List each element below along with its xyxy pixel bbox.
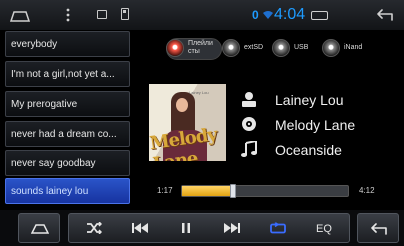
progress-bar[interactable] [181,184,349,198]
total-time: 4:12 [359,186,375,195]
previous-icon [132,223,148,233]
playlist: everybody I'm not a girl,not yet a... My… [5,31,130,205]
source-playlists-button[interactable]: Плейли сты [166,38,224,60]
album-name: Melody Lane [275,117,356,133]
sd-card-icon [121,8,129,20]
source-label: extSD [244,44,264,51]
playlist-item[interactable]: My prerogative [5,91,130,117]
radio-off-icon [322,39,340,57]
home-button[interactable] [18,213,60,243]
radio-off-icon [272,39,290,57]
eq-button[interactable]: EQ [304,213,344,243]
repeat-icon [270,222,286,234]
shuffle-icon [87,222,102,234]
album-art: Lainey Lou Melody Lane [149,84,226,161]
radio-off-icon [222,39,240,57]
next-icon [224,223,240,233]
home-icon [31,224,49,234]
menu-dots-icon[interactable] [66,8,70,22]
pause-button[interactable] [166,213,206,243]
playlist-item-active[interactable]: sounds lainey lou [5,178,130,204]
back-button[interactable] [357,213,399,243]
music-note-icon [241,141,257,157]
source-label: iNand [344,44,363,51]
playlist-item[interactable]: I'm not a girl,not yet a... [5,61,130,87]
playlist-item[interactable]: everybody [5,31,130,57]
clock: 4:04 [274,6,306,23]
source-inand-button[interactable]: iNand [322,38,370,58]
source-label: USB [294,44,309,51]
source-usb-button[interactable]: USB [272,38,312,58]
home-icon[interactable] [10,10,30,22]
radio-on-icon [166,39,184,57]
notification-count: 0 [252,8,259,22]
album-art-tag: Lainey Lou [189,90,209,95]
back-icon[interactable] [376,9,394,21]
eq-label: EQ [316,223,332,235]
status-bar: 0 4:04 [0,0,404,30]
progress-thumb[interactable] [230,184,237,198]
album-disc-icon [242,117,256,131]
artist-person-icon [242,92,256,107]
previous-button[interactable] [120,213,160,243]
progress-fill [182,186,234,196]
pause-icon [182,223,190,233]
recent-apps-icon[interactable] [311,11,328,20]
source-extsd-button[interactable]: extSD [222,38,270,58]
next-button[interactable] [212,213,252,243]
playlist-item[interactable]: never say goodbay [5,150,130,176]
repeat-button[interactable] [258,213,298,243]
back-icon [371,223,387,235]
playlist-item[interactable]: never had a dream co... [5,121,130,147]
gallery-icon[interactable] [97,10,107,19]
artist-name: Lainey Lou [275,92,344,108]
source-label: Плейли сты [188,40,213,55]
track-title: Oceanside [275,142,342,158]
control-bar: EQ [0,210,404,246]
elapsed-time: 1:17 [157,186,173,195]
wifi-icon [263,11,273,19]
shuffle-button[interactable] [74,213,114,243]
album-art-title: Melody Lane [149,124,218,161]
